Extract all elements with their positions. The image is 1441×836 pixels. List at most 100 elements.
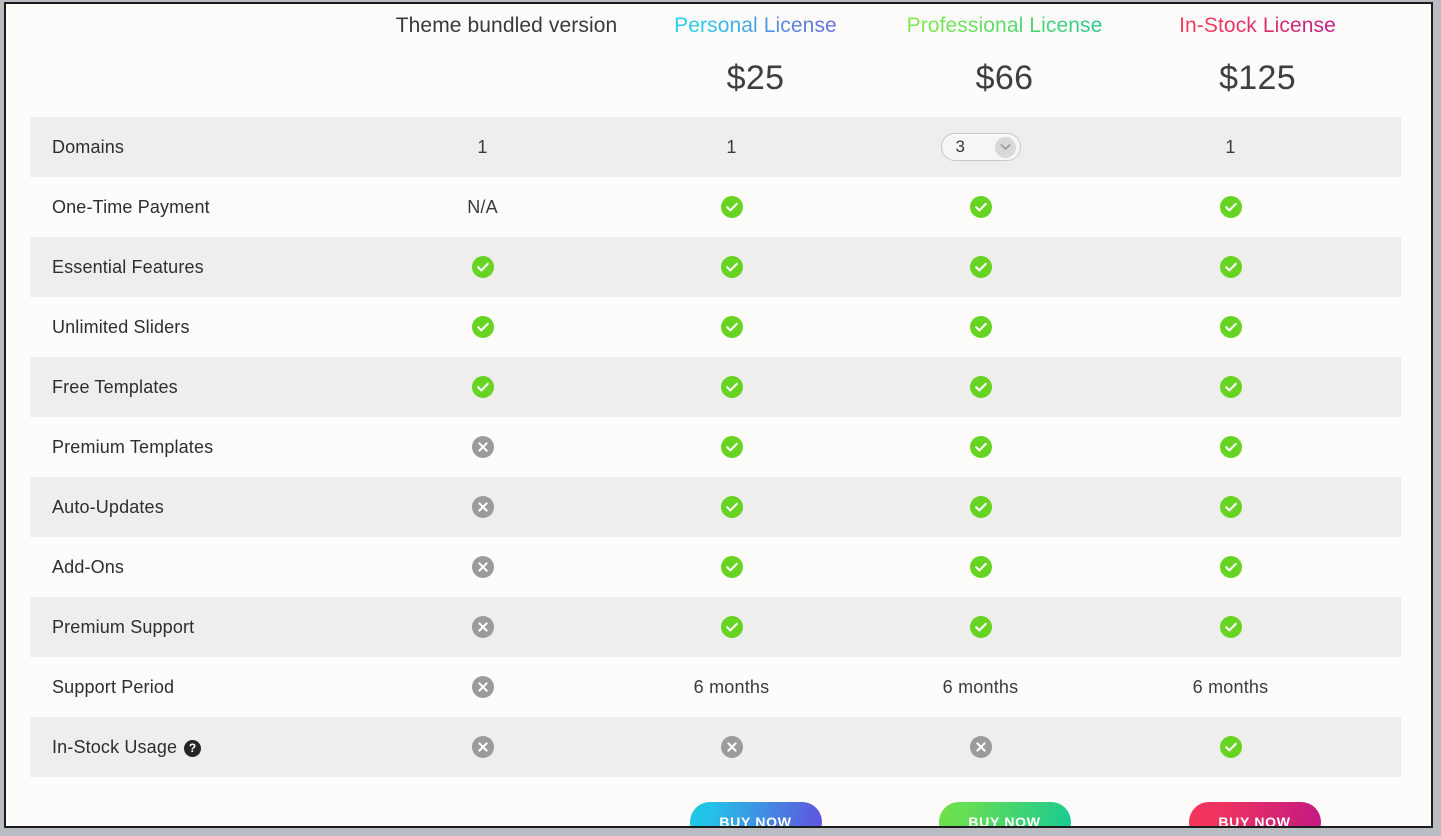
table-row: Premium Templates (30, 417, 1401, 477)
table-row: In-Stock Usage? (30, 717, 1401, 777)
feature-label: Add-Ons (52, 556, 125, 577)
value-cell (607, 616, 856, 638)
value-cell (358, 616, 607, 638)
table-row: Unlimited Sliders (30, 297, 1401, 357)
value-cell: N/A (358, 197, 607, 218)
value-cell (358, 736, 607, 758)
value-cell (856, 196, 1105, 218)
cross-circle-icon (720, 736, 743, 758)
value-text: 6 months (942, 676, 1019, 697)
value-text: N/A (467, 196, 498, 217)
plan-price-instock: $125 (1219, 59, 1296, 97)
feature-label: Unlimited Sliders (52, 316, 190, 337)
check-circle-icon (1219, 736, 1242, 758)
check-circle-icon (720, 316, 743, 338)
value-cell (358, 676, 607, 698)
feature-label-cell: Auto-Updates (30, 497, 358, 518)
feature-label: Premium Support (52, 616, 195, 637)
domains-quantity-select[interactable]: 3 (940, 133, 1021, 161)
feature-label-cell: Domains (30, 137, 358, 158)
value-text: 6 months (693, 676, 770, 697)
value-cell (856, 376, 1105, 398)
feature-label-cell: One-Time Payment (30, 197, 358, 218)
value-cell (1105, 496, 1356, 518)
value-cell (856, 736, 1105, 758)
value-cell (607, 316, 856, 338)
value-cell (1105, 376, 1356, 398)
check-circle-icon (720, 616, 743, 638)
plan-title-professional: Professional License (907, 12, 1103, 40)
header-cell-theme: Theme bundled version (382, 4, 631, 117)
buy-now-button-instock[interactable]: BUY NOW (1188, 802, 1321, 826)
buy-slot-personal: BUY NOW (631, 802, 880, 826)
feature-label: Auto-Updates (52, 496, 164, 517)
value-cell (358, 556, 607, 578)
cross-circle-icon (471, 616, 494, 638)
feature-label-cell: Premium Support (30, 617, 358, 638)
cross-circle-icon (969, 736, 992, 758)
value-cell (358, 256, 607, 278)
value-text: 1 (726, 136, 737, 157)
feature-label-cell: Unlimited Sliders (30, 317, 358, 338)
value-text: 6 months (1192, 676, 1269, 697)
table-row: Premium Support (30, 597, 1401, 657)
value-cell (856, 316, 1105, 338)
check-circle-icon (969, 256, 992, 278)
value-cell (1105, 616, 1356, 638)
feature-label-cell: Essential Features (30, 257, 358, 278)
check-circle-icon (720, 436, 743, 458)
cross-circle-icon (471, 676, 494, 698)
value-cell (607, 496, 856, 518)
header-cell-instock: In-Stock License $125 (1129, 4, 1386, 117)
check-circle-icon (969, 196, 992, 218)
value-cell (358, 316, 607, 338)
feature-label-cell: Premium Templates (30, 437, 358, 458)
buy-now-button-professional[interactable]: BUY NOW (938, 802, 1071, 826)
domains-quantity-value: 3 (955, 137, 966, 156)
value-text: 1 (477, 136, 488, 157)
value-cell (1105, 736, 1356, 758)
table-row: Free Templates (30, 357, 1401, 417)
check-circle-icon (969, 616, 992, 638)
help-circle-icon[interactable]: ? (184, 739, 202, 757)
check-circle-icon (1219, 496, 1242, 518)
value-cell: 6 months (607, 677, 856, 698)
value-cell (1105, 436, 1356, 458)
table-row: Add-Ons (30, 537, 1401, 597)
value-cell (856, 256, 1105, 278)
value-cell (607, 556, 856, 578)
cross-circle-icon (471, 496, 494, 518)
feature-label: Premium Templates (52, 436, 214, 457)
check-circle-icon (720, 496, 743, 518)
feature-label-cell: Add-Ons (30, 557, 358, 578)
table-header: Theme bundled version Personal License $… (6, 4, 1431, 117)
feature-label: Free Templates (52, 376, 178, 397)
chevron-down-icon[interactable] (994, 136, 1016, 158)
plan-title-theme: Theme bundled version (395, 14, 618, 37)
check-circle-icon (720, 256, 743, 278)
value-cell (607, 256, 856, 278)
check-circle-icon (1219, 316, 1242, 338)
check-circle-icon (1219, 196, 1242, 218)
feature-label-cell: Support Period (30, 677, 358, 698)
value-cell (358, 436, 607, 458)
header-cell-professional: Professional License $66 (880, 4, 1129, 117)
value-cell (607, 436, 856, 458)
feature-label-cell: Free Templates (30, 377, 358, 398)
value-cell: 1 (1105, 137, 1356, 158)
value-text: 1 (1225, 136, 1236, 157)
value-cell (856, 496, 1105, 518)
browser-viewport: Theme bundled version Personal License $… (4, 2, 1433, 828)
check-circle-icon (969, 376, 992, 398)
value-cell (1105, 316, 1356, 338)
value-cell (856, 616, 1105, 638)
check-circle-icon (969, 556, 992, 578)
check-circle-icon (471, 376, 494, 398)
check-circle-icon (471, 256, 494, 278)
check-circle-icon (1219, 256, 1242, 278)
check-circle-icon (471, 316, 494, 338)
value-cell: 1 (358, 137, 607, 158)
value-cell (1105, 196, 1356, 218)
feature-label: Essential Features (52, 256, 204, 277)
buy-now-button-personal[interactable]: BUY NOW (689, 802, 822, 826)
